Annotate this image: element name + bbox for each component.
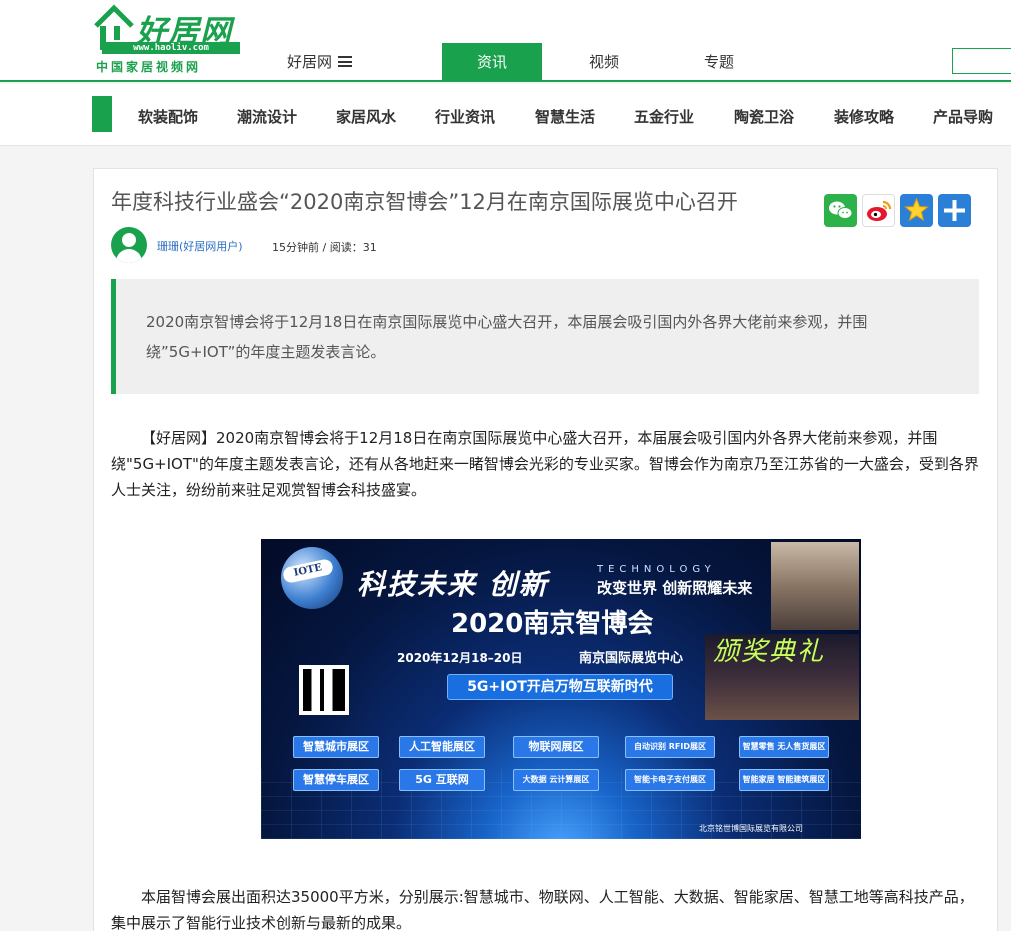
banner-headline: 科技未来 创新: [357, 568, 549, 601]
avatar-body: [116, 249, 142, 263]
banner-zone: 5G 互联网: [399, 769, 485, 791]
banner-zone: 物联网展区: [513, 736, 599, 758]
article-title: 年度科技行业盛会“2020南京智博会”12月在南京国际展览中心召开: [111, 190, 738, 214]
author-avatar[interactable]: [111, 227, 147, 263]
banner-award-text: 颁奖典礼: [713, 637, 826, 667]
more-share-button[interactable]: [938, 194, 971, 227]
category-item[interactable]: 五金行业: [634, 106, 694, 127]
banner-zone: 智慧城市展区: [293, 736, 379, 758]
site-menu-label: 好居网: [287, 53, 333, 71]
article-paragraph: 本届智博会展出面积达35000平方米，分别展示:智慧城市、物联网、人工智能、大数…: [111, 888, 974, 931]
hamburger-icon: [338, 56, 353, 67]
banner-slogan: 改变世界 创新照耀未来: [597, 579, 753, 597]
category-item[interactable]: 产品导购: [933, 106, 993, 127]
category-item[interactable]: 软装配饰: [138, 106, 198, 127]
more-icon: [944, 200, 965, 221]
category-item[interactable]: 陶瓷卫浴: [734, 106, 794, 127]
banner-organizer: 北京铭世博国际展览有限公司: [699, 824, 803, 833]
banner-technology: TECHNOLOGY: [597, 564, 716, 575]
article-meta: 15分钟前 / 阅读：31: [272, 241, 377, 254]
site-logo[interactable]: 好居网 www.haoliv.com 中国家居视频网: [92, 0, 242, 76]
logo-url: www.haoliv.com: [102, 42, 240, 54]
avatar-head: [122, 233, 136, 247]
banner-zone: 人工智能展区: [399, 736, 485, 758]
wechat-share-button[interactable]: [824, 194, 857, 227]
banner-event-name: 2020南京智博会: [451, 609, 654, 639]
favorite-share-button[interactable]: [900, 194, 933, 227]
banner-photo-exhibition: [771, 542, 859, 630]
category-nav: 软装配饰 潮流设计 家居风水 行业资讯 智慧生活 五金行业 陶瓷卫浴 装修攻略 …: [0, 84, 1011, 146]
weibo-share-button[interactable]: [862, 194, 895, 227]
banner-zone: 大数据 云计算展区: [513, 769, 599, 791]
author-link[interactable]: 珊珊(好居网用户): [157, 238, 243, 254]
category-item[interactable]: 行业资讯: [435, 106, 495, 127]
banner-zone: 自动识别 RFID展区: [625, 736, 715, 758]
qr-code-icon: [299, 665, 349, 715]
tab-video[interactable]: 视频: [554, 43, 654, 81]
banner-date: 2020年12月18–20日: [397, 651, 523, 665]
category-item[interactable]: 潮流设计: [237, 106, 297, 127]
banner-zone: 智慧零售 无人售货展区: [739, 736, 829, 758]
tab-news[interactable]: 资讯: [442, 43, 542, 81]
category-item[interactable]: 装修攻略: [834, 106, 894, 127]
wechat-icon: [829, 201, 853, 219]
article-summary: 2020南京智博会将于12月18日在南京国际展览中心盛大召开，本届展会吸引国内外…: [111, 279, 979, 394]
top-header: 好居网 www.haoliv.com 中国家居视频网 好居网 资讯 视频 专题: [0, 0, 1011, 82]
favorite-icon: [904, 197, 929, 222]
banner-zone: 智能家居 智能建筑展区: [739, 769, 829, 791]
weibo-icon: [867, 200, 892, 221]
summary-text: 2020南京智博会将于12月18日在南京国际展览中心盛大召开，本届展会吸引国内外…: [146, 313, 868, 361]
category-marker: [92, 96, 112, 132]
event-banner-image: IOTE 科技未来 创新 TECHNOLOGY 改变世界 创新照耀未来 2020…: [261, 539, 861, 839]
site-menu-button[interactable]: 好居网: [287, 51, 353, 72]
category-item[interactable]: 家居风水: [336, 106, 396, 127]
search-input[interactable]: [952, 48, 1011, 74]
banner-zone: 智能卡电子支付展区: [625, 769, 715, 791]
banner-theme: 5G+IOT开启万物互联新时代: [447, 674, 673, 700]
article-paragraph: 【好居网】2020南京智博会将于12月18日在南京国际展览中心盛大召开，本届展会…: [111, 429, 979, 499]
tab-topics[interactable]: 专题: [669, 43, 769, 81]
logo-subtitle: 中国家居视频网: [96, 60, 202, 74]
banner-zone: 智慧停车展区: [293, 769, 379, 791]
category-item[interactable]: 智慧生活: [535, 106, 595, 127]
banner-venue: 南京国际展览中心: [579, 651, 684, 666]
